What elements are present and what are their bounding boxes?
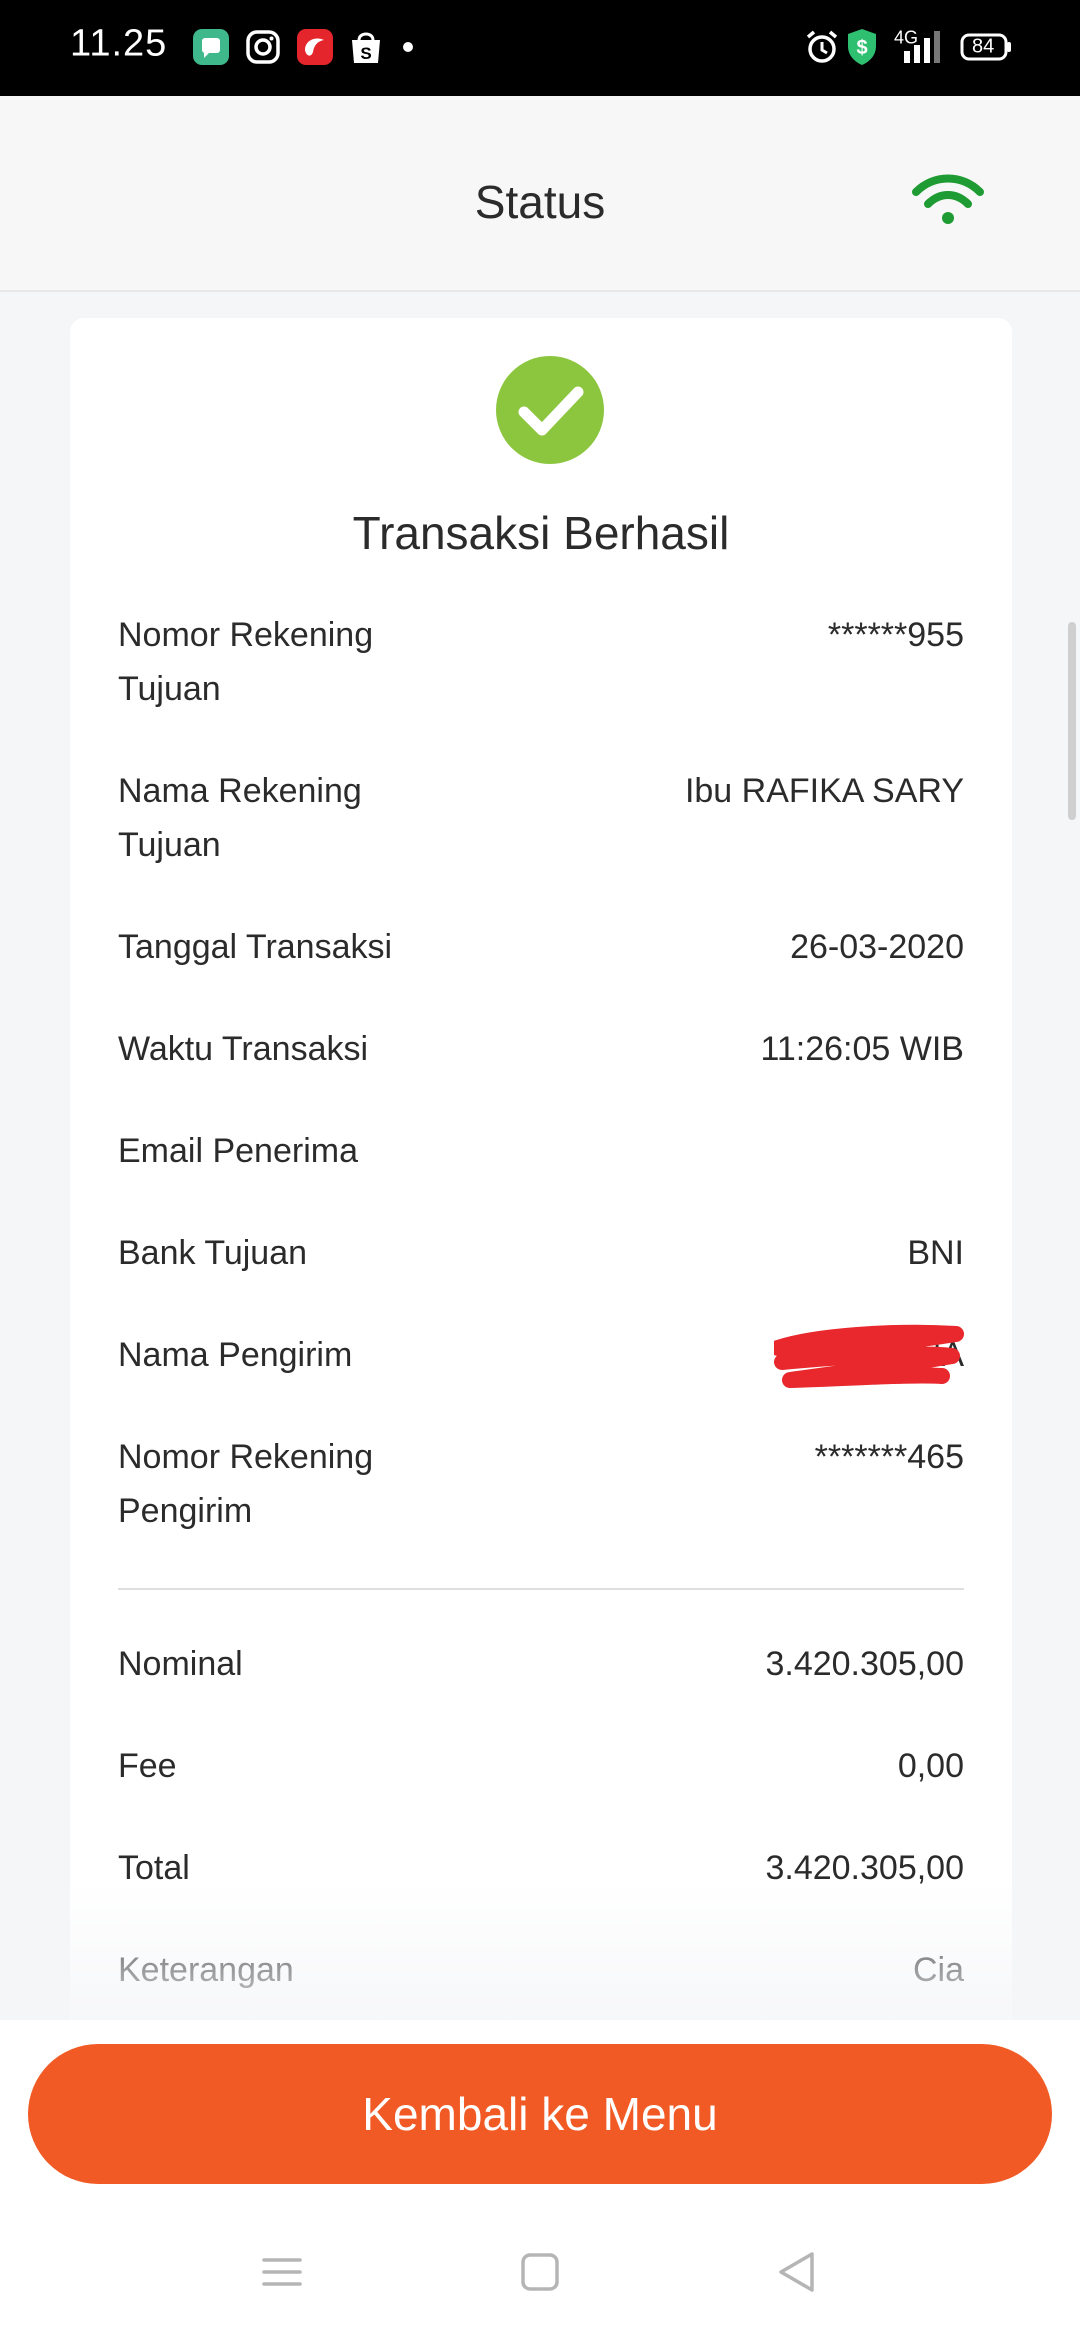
detail-label: Nomor Rekening Tujuan [118, 616, 374, 708]
check-circle-icon [496, 356, 604, 464]
amount-label: Total [118, 1849, 190, 1887]
back-icon[interactable] [776, 2250, 816, 2294]
detail-label: Waktu Transaksi [118, 1030, 369, 1068]
detail-value: Ibu RAFIKA SARY [684, 772, 964, 810]
status-bar: 11.25 S $ 4G 84 [0, 0, 1080, 96]
bottom-bar: Kembali ke Menu [0, 2020, 1080, 2340]
transaction-card: Transaksi Berhasil Nomor Rekening Tujuan… [70, 318, 1012, 2118]
signal-icon [904, 31, 940, 63]
redaction-scribble [774, 1324, 964, 1388]
detail-label: Email Penerima [118, 1132, 358, 1170]
amount-value: Cia [912, 1951, 964, 1989]
transaction-status-title: Transaksi Berhasil [352, 507, 730, 559]
amount-value: 3.420.305,00 [765, 1849, 964, 1887]
wifi-icon [912, 174, 984, 224]
back-to-menu-button[interactable]: Kembali ke Menu [28, 2044, 1052, 2184]
home-icon[interactable] [520, 2252, 560, 2292]
section-divider [118, 1588, 964, 1590]
amount-label: Keterangan [118, 1951, 294, 1989]
detail-value: BNI [907, 1234, 964, 1272]
security-shield-icon: $ [848, 29, 876, 65]
svg-text:S: S [360, 44, 371, 63]
alarm-icon [806, 30, 838, 63]
chat-icon [193, 29, 229, 65]
amount-value: 3.420.305,00 [765, 1645, 964, 1683]
scrollbar[interactable] [1068, 622, 1076, 820]
telkomsel-icon [297, 29, 333, 65]
detail-label: Nomor Rekening Pengirim [118, 1438, 374, 1530]
battery-level: 84 [972, 35, 995, 58]
detail-value: *******465 [814, 1438, 964, 1476]
menu-icon[interactable] [260, 2254, 304, 2290]
instagram-icon [246, 30, 280, 64]
amount-value: 0,00 [897, 1747, 964, 1785]
shopee-icon: S [352, 32, 380, 63]
status-time: 11.25 [70, 22, 168, 65]
detail-label: Tanggal Transaksi [118, 928, 393, 966]
detail-label: Nama Rekening Tujuan [118, 772, 362, 864]
amount-label: Fee [118, 1747, 177, 1785]
svg-text:$: $ [856, 37, 867, 59]
amount-label: Nominal [118, 1645, 243, 1683]
detail-value: ******955 [827, 616, 964, 654]
detail-label: Nama Pengirim [118, 1336, 353, 1374]
header: Status [0, 96, 1080, 292]
detail-value: 11:26:05 WIB [760, 1030, 965, 1068]
notification-dot [403, 42, 413, 52]
detail-label: Bank Tujuan [118, 1234, 308, 1272]
detail-value: 26-03-2020 [790, 928, 964, 966]
